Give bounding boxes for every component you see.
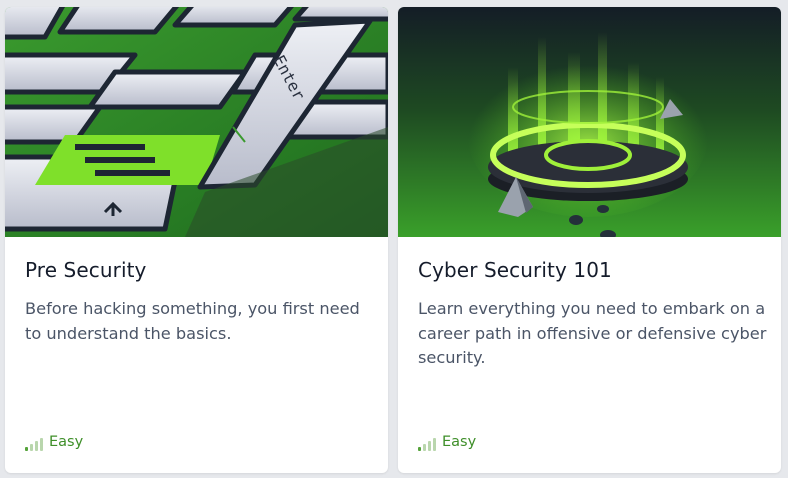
difficulty-indicator: Easy xyxy=(25,433,83,451)
card-illustration-keyboard: Enter xyxy=(5,7,388,237)
card-description: Learn everything you need to embark on a… xyxy=(418,299,767,367)
difficulty-label: Easy xyxy=(442,434,477,450)
path-card-pre-security[interactable]: Enter Pre Security Before hacking someth… xyxy=(5,7,388,473)
card-title[interactable]: Pre Security xyxy=(25,258,146,282)
card-illustration-portal xyxy=(398,7,781,237)
card-description: Before hacking something, you first need… xyxy=(25,299,360,343)
path-card-grid: Enter Pre Security Before hacking someth… xyxy=(0,0,788,478)
signal-bars-icon xyxy=(418,438,436,451)
card-title[interactable]: Cyber Security 101 xyxy=(418,258,612,282)
difficulty-indicator: Easy xyxy=(418,433,476,451)
path-card-cyber-security-101[interactable]: Cyber Security 101 Learn everything you … xyxy=(398,7,781,473)
signal-bars-icon xyxy=(25,438,43,451)
difficulty-label: Easy xyxy=(49,434,84,450)
